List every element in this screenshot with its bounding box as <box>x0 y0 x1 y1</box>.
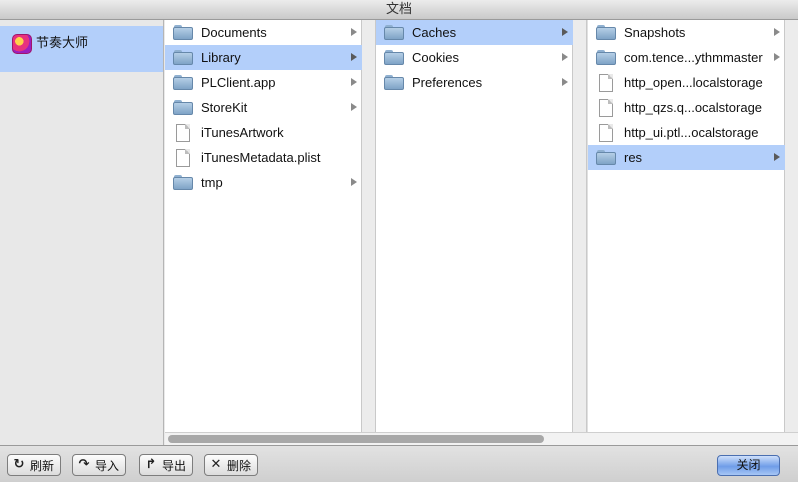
list-item-label: Caches <box>412 25 457 40</box>
folder-icon <box>173 175 193 190</box>
list-item[interactable]: iTunesMetadata.plist <box>165 145 362 170</box>
folder-icon <box>173 25 193 40</box>
file-icon <box>176 123 190 142</box>
list-item[interactable]: http_open...localstorage <box>588 70 785 95</box>
disclosure-arrow-icon <box>774 153 780 161</box>
folder-icon <box>173 100 193 115</box>
export-button[interactable]: ↱ 导出 <box>139 454 194 476</box>
folder-icon <box>173 75 193 90</box>
folder-icon <box>384 25 404 40</box>
disclosure-arrow-icon <box>351 178 357 186</box>
list-item-label: http_qzs.q...ocalstorage <box>624 100 763 115</box>
window-title: 文档 <box>0 0 798 20</box>
disclosure-arrow-icon <box>562 28 568 36</box>
scrollbar-thumb[interactable] <box>168 435 544 443</box>
list-item[interactable]: http_ui.ptl...ocalstorage <box>588 120 785 145</box>
list-item-label: tmp <box>201 175 223 190</box>
import-arrow-icon: ↷ <box>78 457 90 472</box>
list-item-label: res <box>624 150 643 165</box>
disclosure-arrow-icon <box>774 28 780 36</box>
list-item-label: Preferences <box>412 75 483 90</box>
import-button[interactable]: ↷ 导入 <box>72 454 127 476</box>
file-icon <box>176 148 190 167</box>
list-item[interactable]: Cookies <box>376 45 573 70</box>
folder-icon <box>596 50 616 65</box>
disclosure-arrow-icon <box>562 78 568 86</box>
refresh-icon: ↻ <box>13 457 25 472</box>
list-item[interactable]: Library <box>165 45 362 70</box>
app-icon <box>12 34 32 54</box>
list-item-label: Documents <box>201 25 267 40</box>
list-item-label: Library <box>201 50 241 65</box>
export-arrow-icon: ↱ <box>145 457 157 472</box>
import-label: 导入 <box>95 458 120 473</box>
column-1: Documents Library PLClient.app StoreKit iTun… <box>165 20 362 432</box>
list-item[interactable]: iTunesArtwork <box>165 120 362 145</box>
disclosure-arrow-icon <box>351 53 357 61</box>
sidebar: 节奏大师 <box>0 20 164 445</box>
file-icon <box>599 98 613 117</box>
delete-button[interactable]: ✕ 删除 <box>204 454 259 476</box>
list-item-label: http_ui.ptl...ocalstorage <box>624 125 759 140</box>
list-item-label: iTunesMetadata.plist <box>201 150 321 165</box>
folder-icon <box>384 50 404 65</box>
list-item[interactable]: Snapshots <box>588 20 785 45</box>
list-item-label: Cookies <box>412 50 459 65</box>
folder-icon <box>596 25 616 40</box>
sidebar-item-label: 节奏大师 <box>36 36 89 51</box>
folder-icon <box>384 75 404 90</box>
list-item[interactable]: Documents <box>165 20 362 45</box>
disclosure-arrow-icon <box>351 28 357 36</box>
column-divider[interactable] <box>785 20 798 432</box>
list-item[interactable]: res <box>588 145 785 170</box>
column-divider[interactable] <box>573 20 587 432</box>
bottom-toolbar: ↻ 刷新 ↷ 导入 ↱ 导出 ✕ 删除 关闭 <box>0 445 798 482</box>
column-browser: Documents Library PLClient.app StoreKit iTun… <box>165 20 798 432</box>
column-divider[interactable] <box>362 20 376 432</box>
list-item-label: com.tence...ythmmaster <box>624 50 763 65</box>
close-button[interactable]: 关闭 <box>717 455 780 476</box>
disclosure-arrow-icon <box>774 53 780 61</box>
close-x-icon: ✕ <box>210 457 222 472</box>
list-item-label: http_open...localstorage <box>624 75 763 90</box>
export-label: 导出 <box>162 458 187 473</box>
disclosure-arrow-icon <box>351 103 357 111</box>
folder-icon <box>596 150 616 165</box>
file-icon <box>599 73 613 92</box>
refresh-button[interactable]: ↻ 刷新 <box>7 454 62 476</box>
list-item-label: StoreKit <box>201 100 248 115</box>
disclosure-arrow-icon <box>562 53 568 61</box>
disclosure-arrow-icon <box>351 78 357 86</box>
refresh-label: 刷新 <box>30 458 55 473</box>
list-item-label: Snapshots <box>624 25 686 40</box>
list-item[interactable]: com.tence...ythmmaster <box>588 45 785 70</box>
list-item-label: iTunesArtwork <box>201 125 284 140</box>
list-item[interactable]: tmp <box>165 170 362 195</box>
list-item[interactable]: PLClient.app <box>165 70 362 95</box>
delete-label: 删除 <box>227 458 252 473</box>
column-3: Snapshots com.tence...ythmmaster http_open… <box>588 20 785 432</box>
sidebar-item-app[interactable]: 节奏大师 <box>0 26 163 72</box>
horizontal-scrollbar[interactable] <box>165 432 798 445</box>
folder-icon <box>173 50 193 65</box>
file-icon <box>599 123 613 142</box>
list-item[interactable]: StoreKit <box>165 95 362 120</box>
list-item-label: PLClient.app <box>201 75 276 90</box>
column-2: Caches Cookies Preferences <box>376 20 573 432</box>
list-item[interactable]: Preferences <box>376 70 573 95</box>
list-item[interactable]: Caches <box>376 20 573 45</box>
list-item[interactable]: http_qzs.q...ocalstorage <box>588 95 785 120</box>
